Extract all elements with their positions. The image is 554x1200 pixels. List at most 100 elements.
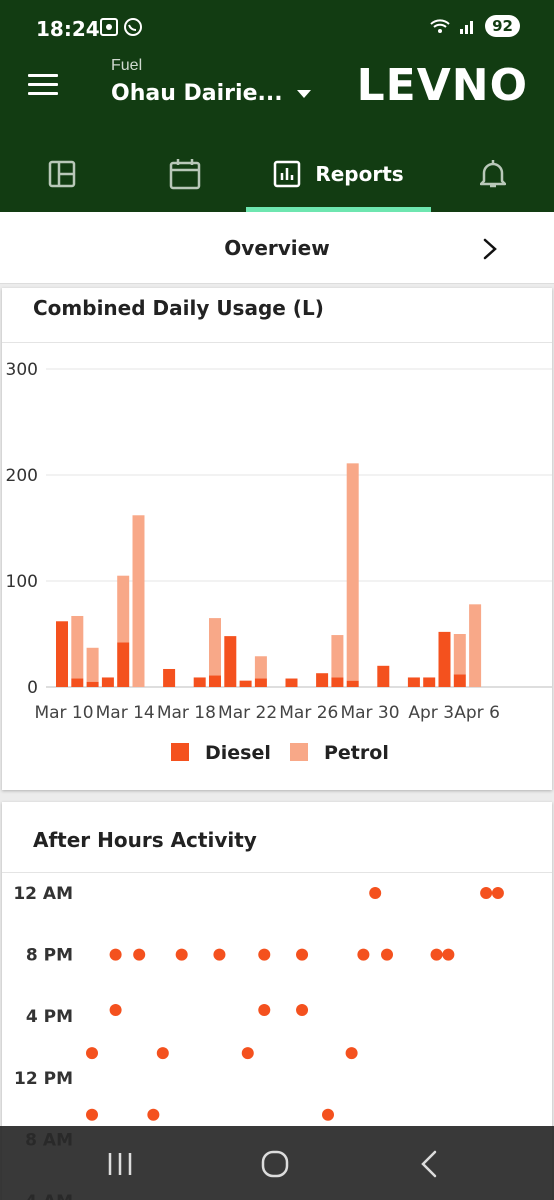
bar-petrol bbox=[254, 656, 267, 679]
y-tick-label: 200 bbox=[6, 466, 38, 486]
tab-calendar[interactable] bbox=[123, 136, 246, 212]
bar-petrol bbox=[346, 463, 359, 681]
legend-swatch bbox=[171, 743, 189, 761]
system-nav-bar bbox=[0, 1126, 554, 1200]
activity-point bbox=[156, 1047, 169, 1060]
y-tick-label: 8 PM bbox=[26, 946, 73, 966]
card-divider bbox=[2, 342, 552, 343]
usage-card-title: Combined Daily Usage (L) bbox=[33, 296, 324, 320]
bar-diesel bbox=[193, 677, 206, 687]
activity-point bbox=[491, 887, 504, 899]
site-selector[interactable]: Ohau Dairie... bbox=[111, 81, 311, 106]
legend-swatch bbox=[290, 743, 308, 761]
site-name: Ohau Dairie... bbox=[111, 81, 283, 106]
activity-point bbox=[369, 887, 382, 899]
bar-diesel bbox=[453, 674, 466, 687]
y-tick-label: 12 AM bbox=[13, 884, 73, 904]
dropdown-caret-icon bbox=[296, 89, 311, 98]
x-tick-label: Mar 30 bbox=[340, 703, 399, 723]
overview-selector[interactable]: Overview bbox=[0, 212, 554, 284]
menu-icon[interactable] bbox=[28, 74, 58, 96]
activity-point bbox=[480, 887, 493, 899]
legend-label: Petrol bbox=[324, 742, 389, 764]
module-label: Fuel bbox=[111, 57, 143, 74]
tab-dashboard[interactable] bbox=[0, 136, 123, 212]
tab-alerts[interactable] bbox=[431, 136, 554, 212]
x-tick-label: Mar 14 bbox=[96, 703, 155, 723]
home-icon[interactable] bbox=[261, 1150, 289, 1178]
legend-label: Diesel bbox=[205, 742, 271, 764]
activity-point bbox=[430, 948, 443, 961]
activity-point bbox=[258, 1004, 271, 1017]
usage-card: Combined Daily Usage (L) 0 100 200 300 Mar 1… bbox=[2, 288, 552, 790]
activity-point bbox=[133, 948, 146, 961]
signal-icon bbox=[460, 21, 474, 34]
tab-reports-label: Reports bbox=[315, 162, 404, 186]
activity-point bbox=[442, 948, 455, 961]
activity-point bbox=[109, 1004, 122, 1017]
y-tick-label: 12 PM bbox=[14, 1069, 73, 1089]
bar-diesel bbox=[285, 678, 298, 687]
bar-diesel bbox=[423, 677, 436, 687]
activity-point bbox=[322, 1108, 334, 1121]
activity-point bbox=[175, 948, 188, 961]
bar-diesel bbox=[239, 680, 252, 687]
bar-petrol bbox=[469, 604, 482, 687]
bar-diesel bbox=[117, 642, 130, 687]
x-tick-label: Mar 22 bbox=[218, 703, 277, 723]
bar-diesel bbox=[254, 678, 267, 687]
status-bar: 18:24 92 bbox=[0, 0, 554, 52]
bar-diesel bbox=[438, 631, 451, 687]
status-time: 18:24 bbox=[36, 17, 100, 41]
recent-apps-icon[interactable] bbox=[107, 1151, 133, 1177]
bar-diesel bbox=[101, 677, 114, 687]
chevron-right-icon[interactable] bbox=[482, 238, 498, 260]
y-tick-label: 4 PM bbox=[26, 1007, 73, 1027]
activity-point bbox=[345, 1047, 358, 1060]
bar-petrol bbox=[132, 515, 145, 687]
bar-diesel bbox=[71, 678, 84, 687]
y-tick-label: 300 bbox=[6, 360, 38, 380]
bar-diesel bbox=[316, 673, 329, 687]
app-header: Fuel Ohau Dairie... LEVNO bbox=[0, 52, 554, 136]
bar-petrol bbox=[117, 575, 130, 643]
x-tick-label: Apr 6 bbox=[454, 703, 500, 723]
bar-petrol bbox=[71, 615, 84, 679]
activity-point bbox=[296, 948, 309, 961]
bar-diesel bbox=[224, 636, 237, 687]
brand-logo: LEVNO bbox=[356, 60, 528, 111]
activity-point bbox=[258, 948, 271, 961]
activity-point bbox=[213, 948, 226, 961]
overview-title: Overview bbox=[224, 236, 330, 260]
calendar-icon bbox=[169, 159, 200, 190]
bar-diesel bbox=[56, 621, 68, 687]
bar-petrol bbox=[453, 634, 466, 675]
activity-point bbox=[241, 1047, 254, 1060]
bar-diesel bbox=[163, 668, 176, 687]
bar-diesel bbox=[346, 680, 359, 687]
bar-petrol bbox=[86, 647, 99, 682]
activity-point bbox=[86, 1108, 98, 1121]
back-icon[interactable] bbox=[420, 1150, 438, 1178]
reports-icon bbox=[274, 160, 301, 188]
notification-icons bbox=[100, 17, 146, 42]
activity-point bbox=[357, 948, 370, 961]
x-tick-label: Mar 18 bbox=[157, 703, 216, 723]
bar-diesel bbox=[377, 665, 390, 687]
wifi-icon bbox=[430, 19, 450, 33]
battery-level: 92 bbox=[485, 15, 520, 37]
activity-point bbox=[109, 948, 122, 961]
bell-icon bbox=[479, 160, 506, 188]
x-tick-label: Mar 10 bbox=[34, 703, 93, 723]
activity-point bbox=[381, 948, 393, 961]
activity-point bbox=[86, 1047, 98, 1060]
tab-reports[interactable]: Reports bbox=[246, 136, 431, 212]
after-hours-card-title: After Hours Activity bbox=[33, 828, 257, 852]
activity-point bbox=[296, 1004, 309, 1017]
status-right: 92 bbox=[429, 15, 520, 37]
tab-bar: Reports bbox=[0, 136, 554, 212]
x-tick-label: Apr 3 bbox=[408, 703, 454, 723]
bar-diesel bbox=[86, 681, 99, 687]
bar-diesel bbox=[331, 677, 344, 687]
x-tick-label: Mar 26 bbox=[279, 703, 338, 723]
